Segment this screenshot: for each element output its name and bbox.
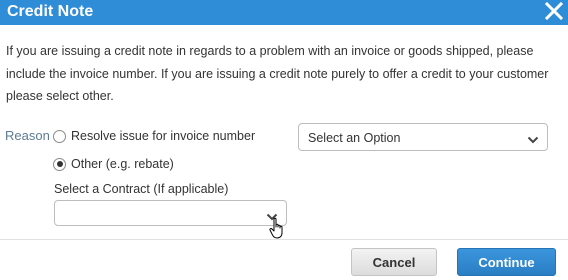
radio-resolve-invoice[interactable]: Resolve issue for invoice number [53, 128, 255, 144]
close-icon[interactable] [542, 0, 566, 24]
cancel-button[interactable]: Cancel [351, 248, 437, 276]
radio-label: Other (e.g. rebate) [71, 157, 174, 171]
dialog-description: If you are issuing a credit note in rega… [6, 44, 549, 103]
credit-note-dialog: Credit Note If you are issuing a credit … [0, 0, 568, 280]
radio-button[interactable] [53, 129, 66, 143]
invoice-select-value: Select an Option [308, 131, 401, 145]
contract-select[interactable] [54, 200, 287, 226]
dialog-title: Credit Note [7, 3, 94, 20]
dialog-titlebar: Credit Note [0, 0, 568, 25]
footer-divider [0, 239, 568, 240]
hand-pointer-cursor-icon [268, 217, 288, 241]
radio-label: Resolve issue for invoice number [71, 129, 256, 143]
radio-button-checked[interactable] [53, 157, 66, 171]
invoice-select[interactable]: Select an Option [298, 123, 548, 151]
radio-other[interactable]: Other (e.g. rebate) [53, 156, 174, 172]
reason-label: Reason [5, 128, 50, 143]
chevron-down-icon [527, 133, 539, 144]
contract-label: Select a Contract (If applicable) [54, 182, 229, 196]
continue-button[interactable]: Continue [457, 248, 556, 276]
